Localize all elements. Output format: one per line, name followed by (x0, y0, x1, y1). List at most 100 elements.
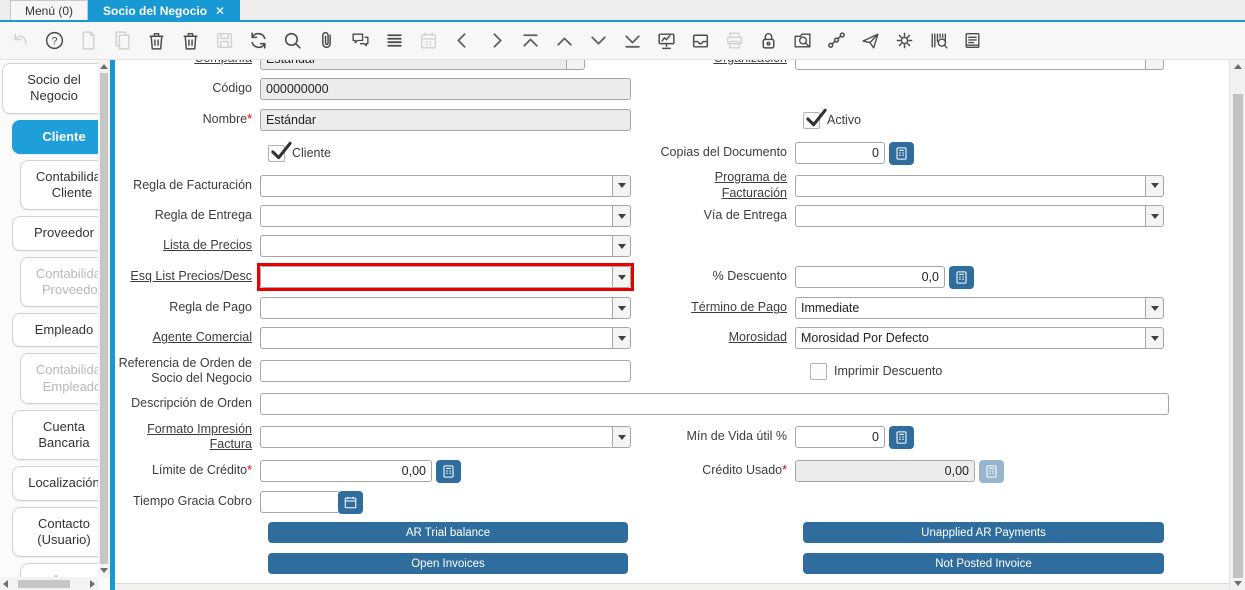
referencia-orden-input[interactable] (260, 360, 631, 382)
regla-facturacion-input[interactable] (260, 175, 612, 197)
not-posted-invoice-button[interactable]: Not Posted Invoice (803, 553, 1164, 574)
scrollbar-thumb[interactable] (18, 580, 70, 588)
workflow-icon[interactable] (826, 30, 847, 51)
lista-precios-combo[interactable] (260, 235, 631, 257)
first-record-icon[interactable] (520, 30, 541, 51)
agente-comercial-label[interactable]: Agente Comercial (153, 330, 252, 344)
next-icon[interactable] (486, 30, 507, 51)
sidebar-vertical-scrollbar[interactable] (98, 60, 110, 577)
programa-facturacion-combo[interactable] (795, 175, 1164, 197)
compania-search-button[interactable] (566, 60, 585, 70)
esq-list-precios-dropdown-button[interactable] (612, 266, 631, 288)
sidebar-tab-socio-del-negocio[interactable]: Socio del Negocio (2, 63, 98, 114)
sidebar-tab-cuenta-bancaria[interactable]: Cuenta Bancaria (12, 410, 98, 461)
scroll-up-icon[interactable] (100, 64, 108, 69)
via-entrega-input[interactable] (795, 205, 1145, 227)
descuento-calculator-button[interactable] (949, 266, 974, 289)
limite-credito-input[interactable] (260, 460, 432, 482)
close-icon[interactable]: ✕ (215, 5, 225, 17)
organizacion-search-button[interactable] (1145, 60, 1164, 70)
unapplied-ar-payments-button[interactable]: Unapplied AR Payments (803, 522, 1164, 543)
via-entrega-combo[interactable] (795, 205, 1164, 227)
regla-facturacion-dropdown-button[interactable] (612, 175, 631, 197)
programa-facturacion-dropdown-button[interactable] (1145, 175, 1164, 197)
scroll-left-icon[interactable] (3, 580, 8, 588)
termino-pago-input[interactable] (795, 297, 1145, 319)
main-horizontal-scrollbar[interactable] (115, 583, 1229, 590)
regla-entrega-dropdown-button[interactable] (612, 205, 631, 227)
regla-pago-combo[interactable] (260, 297, 631, 319)
help-icon[interactable]: ? (44, 30, 65, 51)
tab-menu[interactable]: Menú (0) (10, 0, 88, 20)
formato-impresion-label[interactable]: Formato Impresión Factura (147, 422, 252, 452)
sidebar-tab-empleado[interactable]: Empleado (12, 313, 98, 347)
agente-comercial-combo[interactable] (260, 327, 631, 349)
morosidad-dropdown-button[interactable] (1145, 327, 1164, 349)
esq-list-precios-input[interactable] (260, 266, 612, 288)
formato-impresion-combo[interactable] (260, 426, 631, 448)
organizacion-label[interactable]: Organización (713, 60, 787, 65)
sidebar-horizontal-scrollbar[interactable] (0, 577, 98, 590)
scrollbar-thumb[interactable] (1233, 94, 1243, 578)
agente-comercial-input[interactable] (260, 327, 612, 349)
scroll-right-icon[interactable] (90, 580, 95, 588)
delete-selection-icon[interactable] (180, 30, 201, 51)
up-icon[interactable] (554, 30, 575, 51)
scroll-down-icon[interactable] (1234, 581, 1242, 586)
min-vida-util-input[interactable] (795, 426, 885, 448)
last-record-icon[interactable] (622, 30, 643, 51)
requery-icon[interactable] (248, 30, 269, 51)
via-entrega-dropdown-button[interactable] (1145, 205, 1164, 227)
product-info-icon[interactable] (928, 30, 949, 51)
regla-facturacion-combo[interactable] (260, 175, 631, 197)
help-window-icon[interactable] (962, 30, 983, 51)
sidebar-tab-proveedor[interactable]: Proveedor (12, 216, 98, 250)
report-icon[interactable] (656, 30, 677, 51)
copias-calculator-button[interactable] (889, 142, 914, 165)
esq-list-precios-label[interactable]: Esq List Precios/Desc (130, 269, 252, 283)
tab-socio-del-negocio[interactable]: Socio del Negocio ✕ (88, 0, 240, 20)
formato-impresion-input[interactable] (260, 426, 612, 448)
morosidad-combo[interactable] (795, 327, 1164, 349)
programa-facturacion-input[interactable] (795, 175, 1145, 197)
scrollbar-thumb[interactable] (100, 73, 108, 564)
sidebar-tab-contabilidad-cliente[interactable]: Contabilidad Cliente (20, 160, 98, 211)
preferences-icon[interactable] (894, 30, 915, 51)
chat-icon[interactable] (350, 30, 371, 51)
organizacion-input[interactable] (795, 60, 1145, 70)
lista-precios-input[interactable] (260, 235, 612, 257)
main-vertical-scrollbar[interactable] (1229, 60, 1245, 590)
regla-pago-input[interactable] (260, 297, 612, 319)
scroll-down-icon[interactable] (100, 568, 108, 573)
agente-comercial-dropdown-button[interactable] (612, 327, 631, 349)
lista-precios-dropdown-button[interactable] (612, 235, 631, 257)
lock-icon[interactable] (758, 30, 779, 51)
activo-checkbox[interactable] (803, 112, 820, 129)
ar-trial-balance-button[interactable]: AR Trial balance (268, 522, 628, 543)
compania-label[interactable]: Compañía (194, 60, 252, 65)
find-icon[interactable] (282, 30, 303, 51)
termino-pago-combo[interactable] (795, 297, 1164, 319)
programa-facturacion-label[interactable]: Programa de Facturación (715, 170, 787, 200)
esq-list-precios-combo-highlighted[interactable] (260, 266, 631, 288)
send-mail-icon[interactable] (860, 30, 881, 51)
lista-precios-label[interactable]: Lista de Precios (163, 238, 252, 252)
regla-entrega-input[interactable] (260, 205, 612, 227)
open-invoices-button[interactable]: Open Invoices (268, 553, 628, 574)
grid-toggle-icon[interactable] (384, 30, 405, 51)
formato-impresion-dropdown-button[interactable] (612, 426, 631, 448)
copias-documento-input[interactable] (795, 142, 885, 164)
termino-pago-label[interactable]: Término de Pago (691, 300, 787, 314)
scroll-up-icon[interactable] (1234, 64, 1242, 69)
descripcion-orden-input[interactable] (260, 393, 1169, 415)
morosidad-label[interactable]: Morosidad (729, 330, 787, 344)
min-vida-calculator-button[interactable] (889, 426, 914, 449)
previous-icon[interactable] (452, 30, 473, 51)
regla-pago-dropdown-button[interactable] (612, 297, 631, 319)
sidebar-tab-localizacion[interactable]: Localización (12, 466, 98, 500)
zoom-across-icon[interactable] (792, 30, 813, 51)
termino-pago-dropdown-button[interactable] (1145, 297, 1164, 319)
delete-icon[interactable] (146, 30, 167, 51)
descuento-input[interactable] (795, 266, 945, 288)
tiempo-gracia-calendar-button[interactable] (338, 491, 363, 514)
